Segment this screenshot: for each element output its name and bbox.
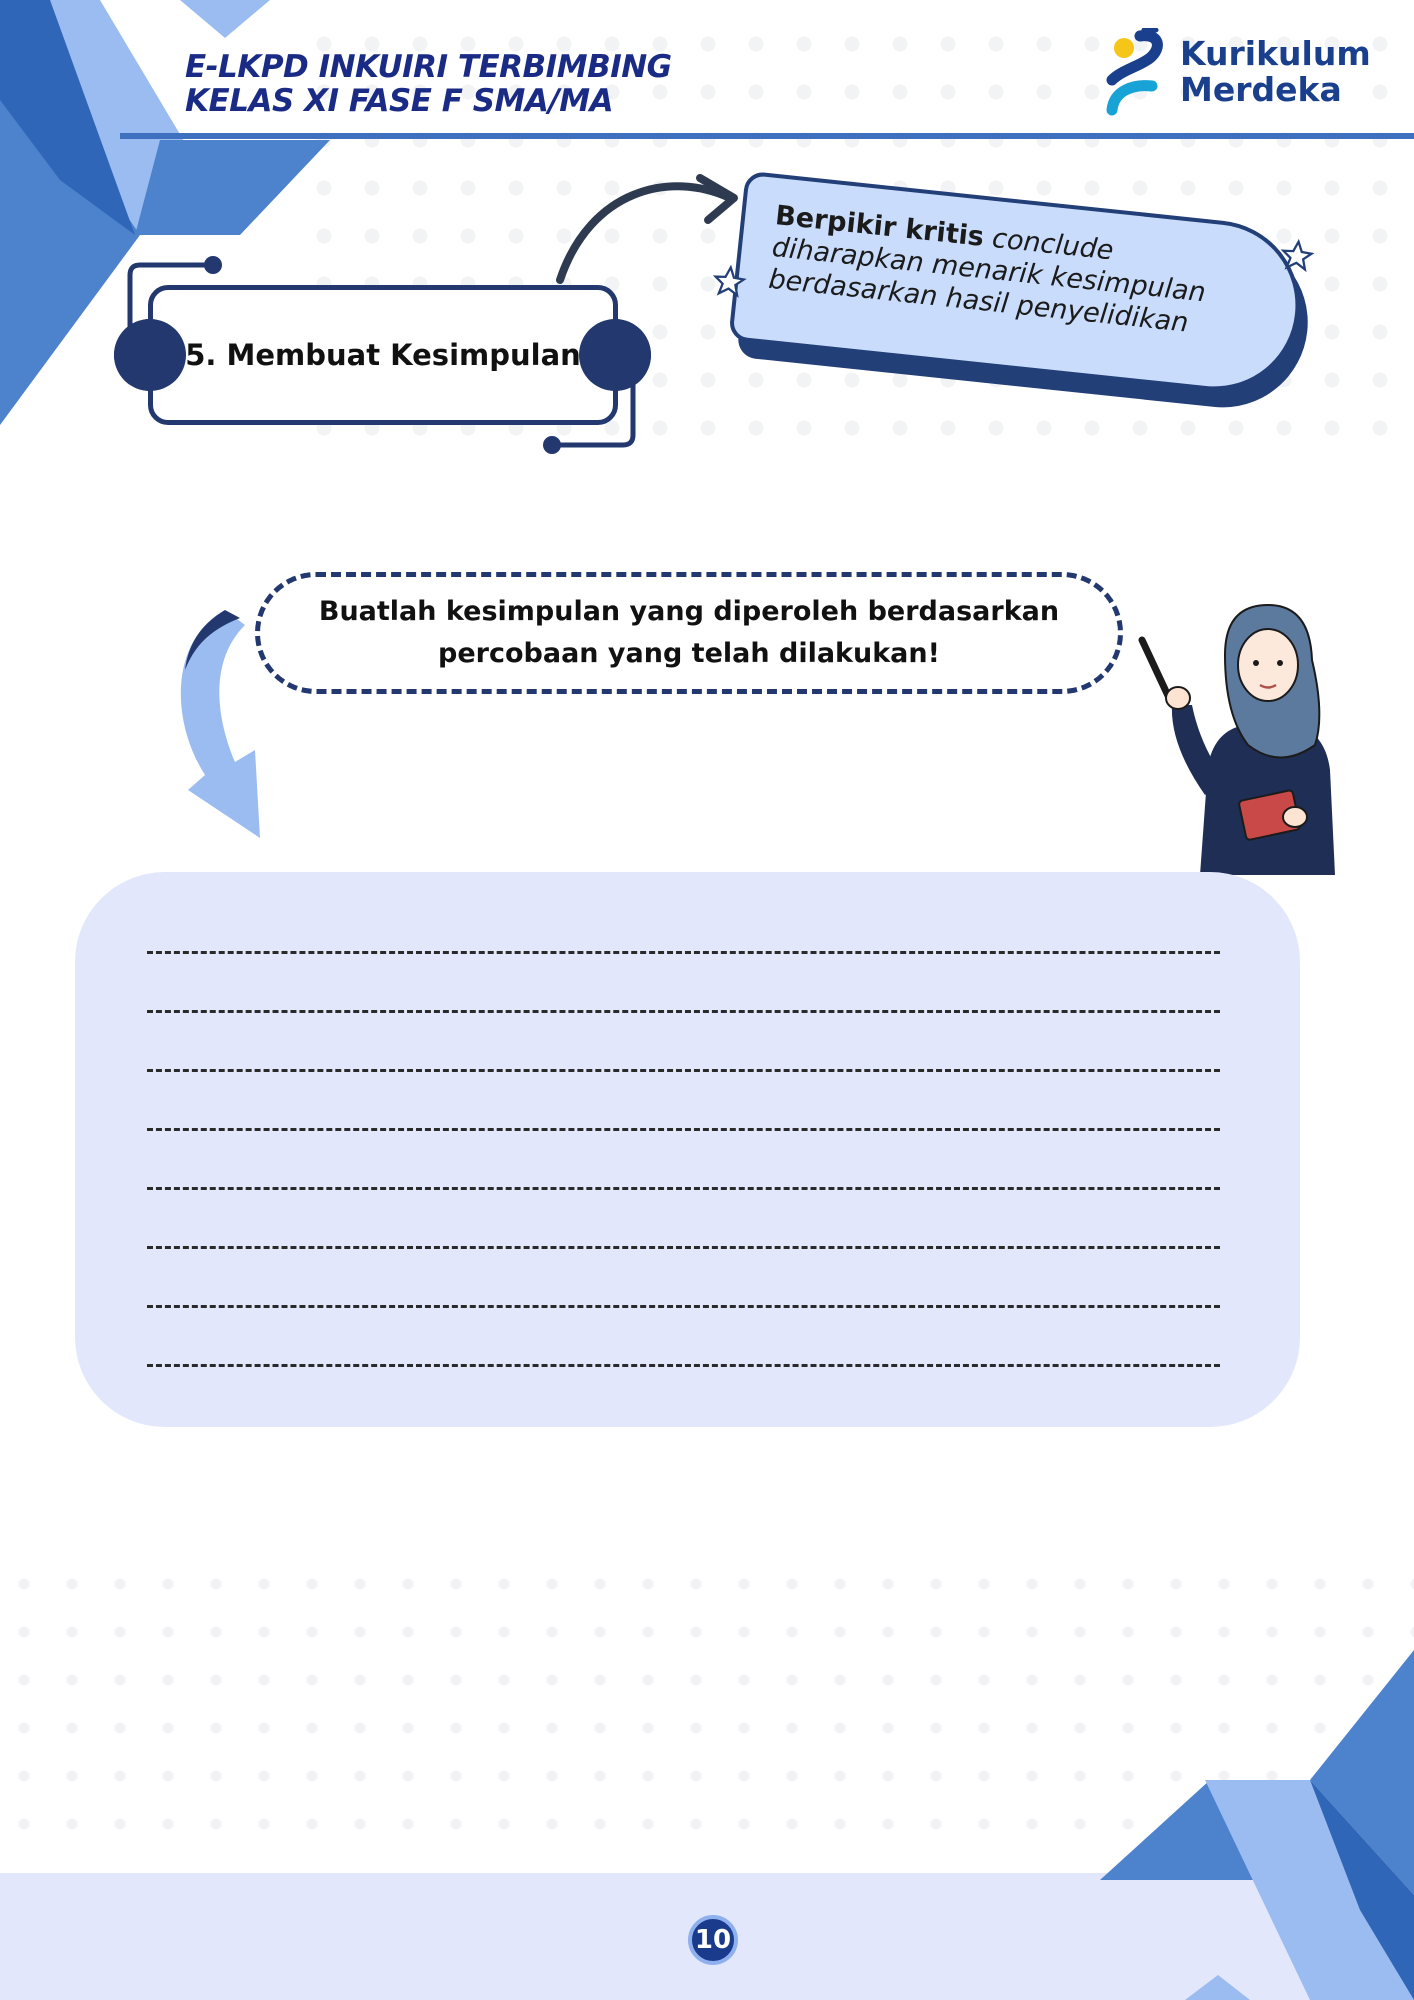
page-number-badge: 10: [688, 1915, 738, 1965]
instruction-line2: percobaan yang telah dilakukan!: [438, 638, 940, 669]
logo-text: Kurikulum Merdeka: [1180, 36, 1371, 108]
answer-line[interactable]: [147, 1364, 1220, 1367]
header-title-line1: E-LKPD INKUIRI TERBIMBING: [185, 49, 672, 85]
teacher-illustration: [1138, 603, 1335, 875]
answer-line[interactable]: [147, 1069, 1220, 1072]
instruction-line1: Buatlah kesimpulan yang diperoleh berdas…: [318, 596, 1060, 627]
kurikulum-merdeka-logo-icon: [1106, 28, 1163, 116]
answer-line[interactable]: [147, 1128, 1220, 1131]
logo-line1: Kurikulum: [1180, 34, 1371, 73]
header-title-line2: KELAS XI FASE F SMA/MA: [185, 83, 614, 119]
document-header-title: E-LKPD INKUIRI TERBIMBING KELAS XI FASE …: [185, 50, 745, 118]
answer-line[interactable]: [147, 1246, 1220, 1249]
answer-line[interactable]: [147, 1010, 1220, 1013]
down-curved-arrow-icon: [180, 610, 260, 838]
star-icon: [1280, 238, 1315, 273]
answer-line[interactable]: [147, 951, 1220, 954]
answer-line[interactable]: [147, 1305, 1220, 1308]
logo-line2: Merdeka: [1180, 70, 1342, 109]
star-icon: [712, 264, 747, 298]
bottom-right-decoration: [1100, 1650, 1414, 2000]
header-rule: [120, 133, 1414, 139]
answer-panel: [75, 872, 1300, 1427]
answer-line[interactable]: [147, 1187, 1220, 1190]
section-title: 5. Membuat Kesimpulan: [185, 338, 581, 372]
instruction-box: Buatlah kesimpulan yang diperoleh berdas…: [255, 572, 1123, 694]
tip-italic-text: conclude diharapkan menarik kesimpulan b…: [767, 222, 1208, 339]
